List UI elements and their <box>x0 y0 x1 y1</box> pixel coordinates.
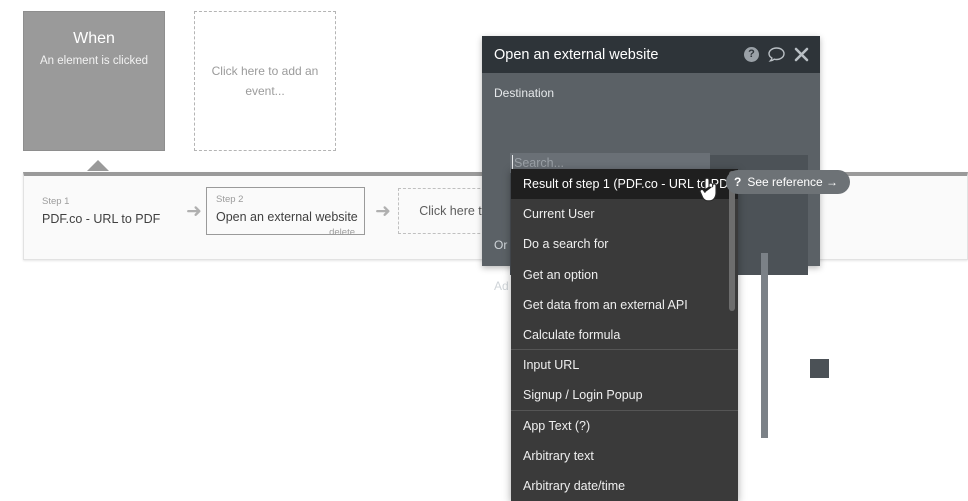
dropdown-item[interactable]: Current User <box>511 199 738 229</box>
dropdown-item-label: App Text (?) <box>523 419 590 433</box>
step-name: Open an external website <box>216 208 355 226</box>
dropdown-item[interactable]: Arbitrary date/time <box>511 471 738 501</box>
dropdown-item-label: Get data from an external API <box>523 298 688 312</box>
dropdown-item-label: Signup / Login Popup <box>523 388 643 402</box>
dropdown-item-label: Arbitrary text <box>523 449 594 463</box>
comment-icon[interactable] <box>768 47 785 62</box>
step-arrow-icon: ➜ <box>186 202 202 221</box>
step-number: Step 1 <box>42 196 174 208</box>
dropdown-item-label: Current User <box>523 207 595 221</box>
destination-dropdown-list[interactable]: Result of step 1 (PDF.co - URL to PDF) Cu… <box>511 169 738 501</box>
add-step-label: Click here to <box>419 202 488 220</box>
dropdown-item[interactable]: Signup / Login Popup <box>511 380 738 410</box>
workflow-step-2[interactable]: Step 2 Open an external website delete <box>206 187 365 235</box>
step-delete-link[interactable]: delete <box>216 227 355 239</box>
dropdown-item[interactable]: App Text (?) <box>511 411 738 441</box>
panel-pointer-arrow <box>87 160 109 171</box>
when-event-box[interactable]: When An element is clicked <box>23 11 165 151</box>
add-event-label: Click here to add an event... <box>209 61 321 101</box>
step-number: Step 2 <box>216 194 355 206</box>
dropdown-item-label: Do a search for <box>523 237 608 251</box>
modal-header: Open an external website ? <box>482 36 820 73</box>
dropdown-item-label: Get an option <box>523 268 598 282</box>
modal-title: Open an external website <box>494 46 744 64</box>
when-subtitle: An element is clicked <box>24 54 164 68</box>
dropdown-item[interactable]: Get data from an external API <box>511 290 738 320</box>
modal-header-icons: ? <box>744 47 809 62</box>
dropdown-item[interactable]: Calculate formula <box>511 320 738 350</box>
add-label: Ad <box>494 278 509 294</box>
see-reference-tooltip[interactable]: ? See reference → <box>726 170 850 194</box>
add-event-box[interactable]: Click here to add an event... <box>194 11 336 151</box>
dropdown-item-label: Result of step 1 (PDF.co - URL to PDF) <box>523 177 738 191</box>
dropdown-item[interactable]: Result of step 1 (PDF.co - URL to PDF) <box>511 169 738 199</box>
step-arrow-icon: ➜ <box>375 202 391 221</box>
destination-label: Destination <box>494 85 820 101</box>
dropdown-item-label: Input URL <box>523 358 579 372</box>
dropdown-item[interactable]: Input URL <box>511 350 738 380</box>
app-screenshot: When An element is clicked Click here to… <box>0 0 968 501</box>
question-mark-icon: ? <box>734 175 741 189</box>
dropdown-item[interactable]: Arbitrary text <box>511 441 738 471</box>
when-title: When <box>24 29 164 49</box>
or-label: Or <box>494 237 507 253</box>
close-icon[interactable] <box>794 47 809 62</box>
dropdown-item[interactable]: Get an option <box>511 260 738 290</box>
dropdown-item[interactable]: Do a search for <box>511 229 738 259</box>
help-icon[interactable]: ? <box>744 47 759 62</box>
option-checkbox[interactable] <box>810 359 829 378</box>
dropdown-item-label: Arbitrary date/time <box>523 479 625 493</box>
panel-scrollbar[interactable] <box>761 253 768 438</box>
see-reference-label: See reference → <box>747 175 838 189</box>
workflow-step-1[interactable]: Step 1 PDF.co - URL to PDF <box>33 190 183 232</box>
dropdown-item-label: Calculate formula <box>523 328 620 342</box>
step-name: PDF.co - URL to PDF <box>42 210 174 228</box>
